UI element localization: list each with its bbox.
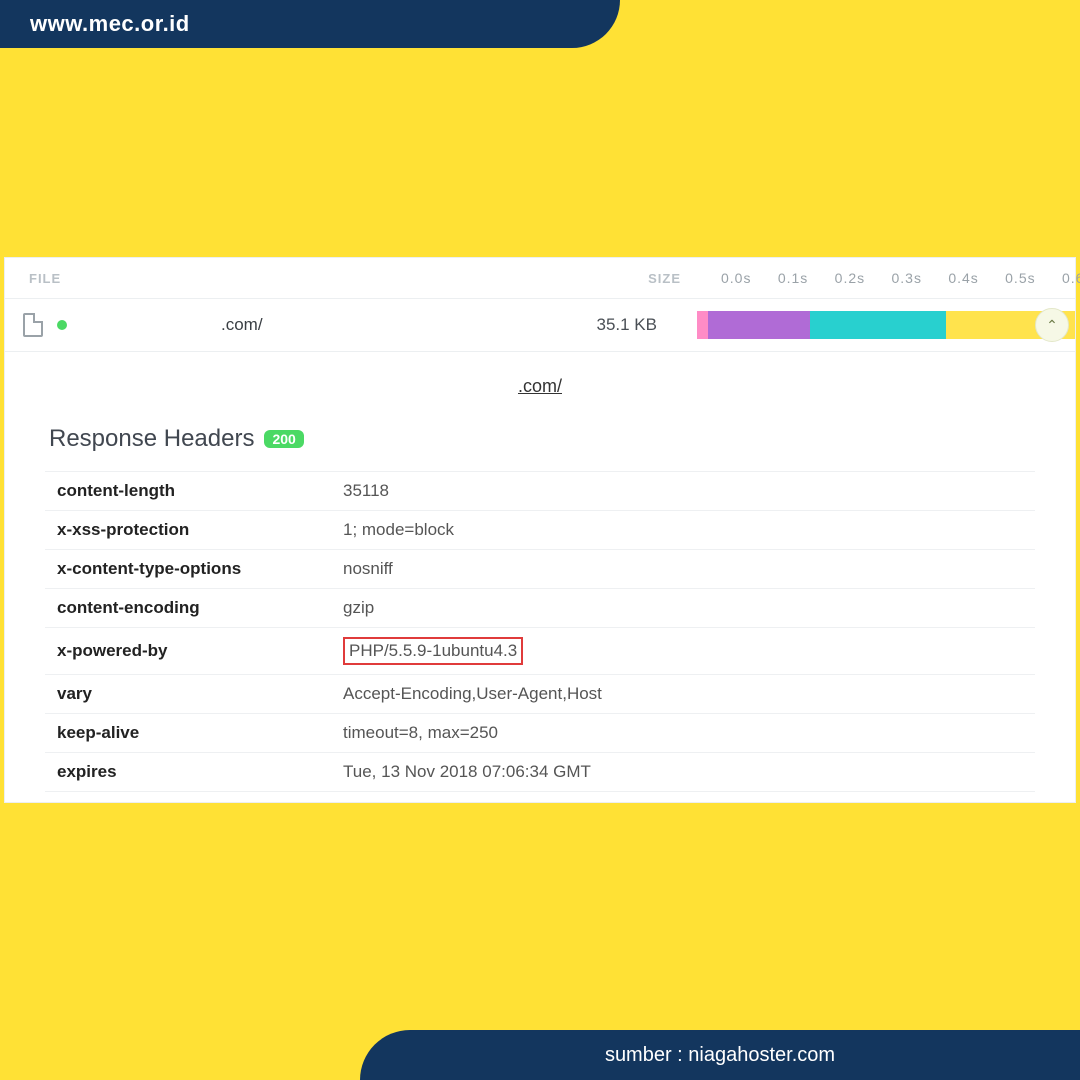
waterfall-segment (697, 311, 708, 339)
file-size: 35.1 KB (545, 315, 697, 335)
header-row: content-length35118 (45, 472, 1035, 511)
section-title: Response Headers 200 (49, 425, 1035, 453)
header-value: timeout=8, max=250 (335, 713, 1035, 752)
detail-url[interactable]: .com/ (45, 376, 1035, 397)
header-value: nosniff (335, 550, 1035, 589)
tick: 0.0s (721, 270, 722, 286)
header-key: x-content-type-options (45, 550, 335, 589)
timeline-ticks: 0.0s 0.1s 0.2s 0.3s 0.4s 0.5s 0.6 (721, 270, 1063, 286)
request-row[interactable]: .com/ 35.1 KB ⌃ (5, 298, 1075, 352)
header-value: 1; mode=block (335, 511, 1035, 550)
top-banner-text: www.mec.or.id (30, 11, 190, 37)
tick: 0.4s (948, 270, 949, 286)
collapse-button[interactable]: ⌃ (1035, 308, 1069, 342)
waterfall-panel: FILE SIZE 0.0s 0.1s 0.2s 0.3s 0.4s 0.5s … (4, 257, 1076, 803)
header-value: PHP/5.5.9-1ubuntu4.3 (335, 628, 1035, 675)
document-icon (23, 313, 43, 337)
tick: 0.5s (1005, 270, 1006, 286)
header-row: x-powered-by PHP/5.5.9-1ubuntu4.3 (45, 628, 1035, 675)
header-row: varyAccept-Encoding,User-Agent,Host (45, 674, 1035, 713)
col-size[interactable]: SIZE (569, 271, 721, 286)
header-value: Accept-Encoding,User-Agent,Host (335, 674, 1035, 713)
header-row: x-xss-protection1; mode=block (45, 511, 1035, 550)
headers-table: content-length35118x-xss-protection1; mo… (45, 471, 1035, 792)
header-key: expires (45, 752, 335, 791)
col-file[interactable]: FILE (29, 271, 569, 286)
header-key: content-encoding (45, 589, 335, 628)
chevron-up-icon: ⌃ (1046, 317, 1058, 334)
header-key: x-powered-by (45, 628, 335, 675)
bottom-banner: sumber : niagahoster.com (360, 1030, 1080, 1080)
status-dot-icon (57, 320, 67, 330)
section-label: Response Headers (49, 425, 254, 453)
header-value: gzip (335, 589, 1035, 628)
tick: 0.3s (891, 270, 892, 286)
header-row: keep-alivetimeout=8, max=250 (45, 713, 1035, 752)
waterfall-segment (810, 311, 946, 339)
panel-header: FILE SIZE 0.0s 0.1s 0.2s 0.3s 0.4s 0.5s … (5, 258, 1075, 298)
header-key: x-xss-protection (45, 511, 335, 550)
file-name: .com/ (221, 315, 263, 335)
header-value: Tue, 13 Nov 2018 07:06:34 GMT (335, 752, 1035, 791)
header-row: x-content-type-optionsnosniff (45, 550, 1035, 589)
header-row: content-encodinggzip (45, 589, 1035, 628)
status-badge: 200 (264, 430, 303, 448)
header-key: keep-alive (45, 713, 335, 752)
tick: 0.2s (835, 270, 836, 286)
source-text: sumber : niagahoster.com (605, 1044, 835, 1067)
tick: 0.1s (778, 270, 779, 286)
waterfall-bar (697, 311, 1075, 339)
header-key: vary (45, 674, 335, 713)
detail-pane: .com/ Response Headers 200 content-lengt… (5, 352, 1075, 802)
header-row: expiresTue, 13 Nov 2018 07:06:34 GMT (45, 752, 1035, 791)
highlight-box: PHP/5.5.9-1ubuntu4.3 (343, 637, 523, 665)
top-banner: www.mec.or.id (0, 0, 620, 48)
header-key: content-length (45, 472, 335, 511)
tick: 0.6 (1062, 270, 1063, 286)
waterfall-segment (708, 311, 810, 339)
header-value: 35118 (335, 472, 1035, 511)
